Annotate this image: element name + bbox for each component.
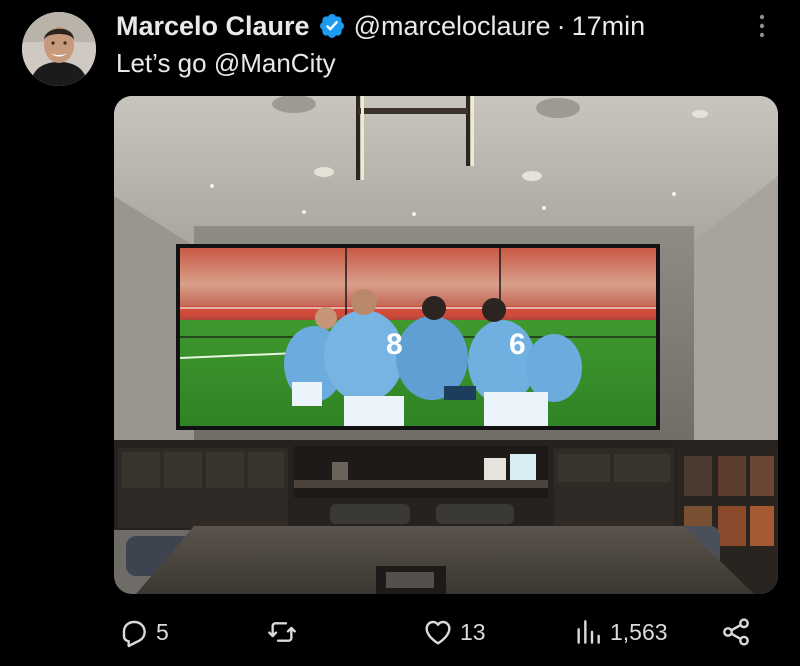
share-button[interactable] xyxy=(720,612,758,652)
avatar-image xyxy=(22,12,96,86)
avatar[interactable] xyxy=(22,12,96,86)
jersey-number-6: 6 xyxy=(509,328,526,361)
like-button[interactable]: 13 xyxy=(422,612,486,652)
tweet-action-bar: 5 13 1,563 xyxy=(114,612,778,652)
share-icon xyxy=(723,618,749,646)
views-icon xyxy=(577,620,600,644)
like-count: 13 xyxy=(460,618,486,645)
tweet-text-body: Let’s go xyxy=(116,48,214,78)
jersey-number-8: 8 xyxy=(386,328,403,361)
conference-room-photo: 8 6 xyxy=(114,96,778,594)
separator-dot: · xyxy=(556,10,566,41)
retweet-icon xyxy=(268,622,296,642)
mention-link[interactable]: @ManCity xyxy=(214,48,336,78)
tweet-text: Let’s go @ManCity xyxy=(116,48,336,79)
verified-badge-icon xyxy=(319,14,344,38)
timestamp[interactable]: 17min xyxy=(572,11,646,42)
reply-button[interactable]: 5 xyxy=(118,612,169,652)
author-name[interactable]: Marcelo Claure xyxy=(116,11,310,42)
retweet-button[interactable] xyxy=(266,612,304,652)
views-button[interactable]: 1,563 xyxy=(572,612,668,652)
like-icon xyxy=(425,620,451,645)
author-handle[interactable]: @marceloclaure xyxy=(354,11,551,42)
reply-count: 5 xyxy=(156,618,169,645)
tweet-photo[interactable]: 8 6 xyxy=(114,96,778,594)
reply-icon xyxy=(122,620,146,648)
view-count: 1,563 xyxy=(610,618,668,645)
more-vertical-icon[interactable] xyxy=(750,12,774,40)
tweet-header: Marcelo Claure @marceloclaure · 17min xyxy=(116,8,645,44)
